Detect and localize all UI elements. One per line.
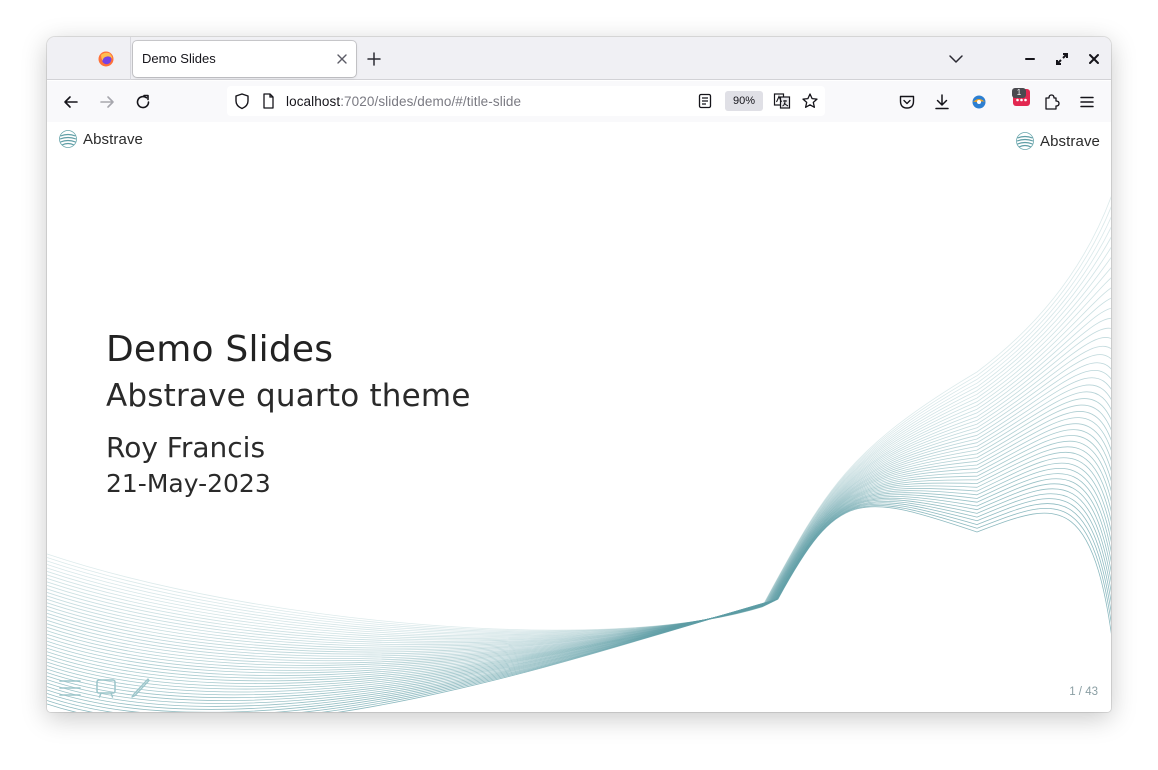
url-path: :7020/slides/demo/#/title-slide [340,94,522,109]
url-host: localhost [286,94,341,109]
menu-icon[interactable] [59,677,81,699]
reader-view-icon[interactable] [695,91,715,111]
tab-separator [130,37,131,80]
logo-left: Abstrave [59,129,143,149]
extension-badge-count: 1 [1012,88,1026,98]
page-icon[interactable] [258,91,278,111]
puzzle-icon[interactable] [1041,92,1061,112]
zoom-level-badge[interactable]: 90% [725,91,763,111]
wave-line [47,498,1111,712]
wave-line [47,216,1111,633]
minimize-icon[interactable] [1021,50,1039,68]
download-icon[interactable] [932,92,952,112]
close-icon[interactable] [332,49,352,69]
browser-window: Demo Slides localhost:7020/slides/demo/#… [47,37,1111,712]
wave-line [47,505,1111,712]
translate-icon[interactable] [772,91,792,111]
tab-active[interactable]: Demo Slides [133,41,356,77]
back-arrow-icon[interactable] [61,92,81,112]
shield-icon[interactable] [232,91,252,111]
wave-background [47,195,1111,712]
wave-line [47,503,1111,712]
plus-icon[interactable] [365,50,383,68]
slide-viewport[interactable]: Abstrave Abstrave Demo Slides Abstrave q… [47,122,1111,712]
wave-line [47,473,1111,701]
firefox-logo-icon[interactable] [98,51,114,67]
tab-strip: Demo Slides [47,37,1111,80]
abstrave-logo-icon [1016,132,1034,150]
slide-subtitle: Abstrave quarto theme [106,378,471,414]
tab-title: Demo Slides [142,51,216,66]
logo-right-text: Abstrave [1040,132,1100,150]
logo-right: Abstrave [1016,131,1100,151]
hamburger-menu-icon[interactable] [1077,92,1097,112]
forward-arrow-icon[interactable] [97,92,117,112]
navigation-toolbar: localhost:7020/slides/demo/#/title-slide… [47,81,1111,122]
chalkboard-icon[interactable] [95,677,117,699]
star-icon[interactable] [800,91,820,111]
wave-line [47,467,1111,699]
abstrave-logo-icon [59,130,77,148]
slide-author: Roy Francis [106,431,266,464]
maximize-icon[interactable] [1053,50,1071,68]
address-bar[interactable]: localhost:7020/slides/demo/#/title-slide… [227,86,825,116]
wave-line [47,226,1111,634]
pocket-icon[interactable] [897,92,917,112]
chevron-down-icon[interactable] [947,50,965,68]
reload-icon[interactable] [133,92,153,112]
extension-icon[interactable] [969,92,989,112]
logo-left-text: Abstrave [83,130,143,148]
wave-line [47,506,1111,712]
slide-date: 21-May-2023 [106,469,271,498]
pen-icon[interactable] [129,677,151,699]
url-text[interactable]: localhost:7020/slides/demo/#/title-slide [286,94,521,109]
close-window-icon[interactable] [1085,50,1103,68]
slide-title: Demo Slides [106,329,334,370]
wave-line [47,478,1111,704]
slide-number: 1 / 43 [1069,686,1098,698]
